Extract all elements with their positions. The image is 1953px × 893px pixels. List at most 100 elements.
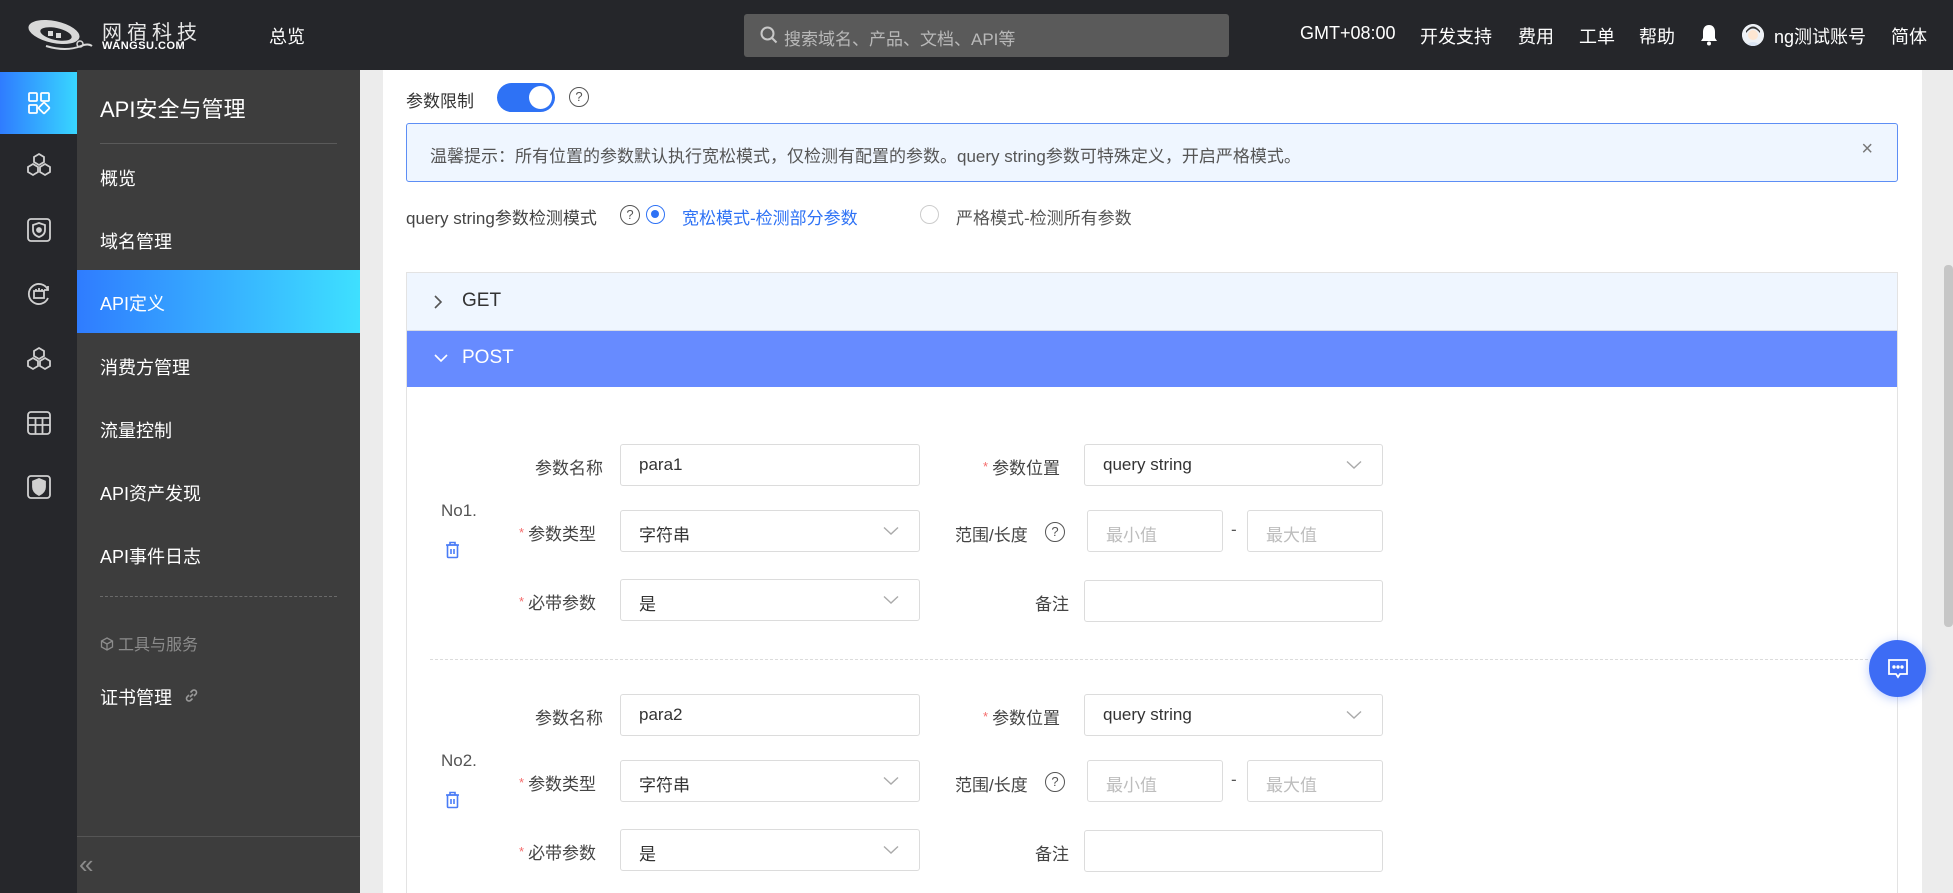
help-circle-icon[interactable]: ? [1045,522,1065,542]
rail-item-apps[interactable] [0,72,77,134]
grid-apps-icon [27,92,50,115]
param-name-input[interactable]: para1 [620,444,920,486]
input-value: para1 [639,455,683,474]
bell-icon[interactable] [1700,24,1718,46]
param-required-select[interactable]: 是 [620,579,920,621]
chevron-down-icon [1346,710,1362,719]
select-value: 是 [639,845,656,864]
label-param-name: 参数名称 [535,459,603,478]
sidebar-item-consumers[interactable]: 消费方管理 [77,334,360,397]
sidebar-item-certificates[interactable]: 证书管理 [77,664,360,727]
dev-support-link[interactable]: 开发支持 [1420,23,1492,49]
radio-loose-mode[interactable] [646,205,665,224]
range-separator: - [1231,770,1237,789]
chevron-down-icon [883,776,899,785]
range-min-input[interactable]: 最小值 [1087,510,1223,552]
rail-item-cubes-2[interactable] [0,328,77,390]
table-icon [26,411,51,435]
radio-strict-mode-label[interactable]: 严格模式-检测所有参数 [956,204,1132,229]
info-alert: 温馨提示：所有位置的参数默认执行宽松模式，仅检测有配置的参数。query str… [406,123,1898,182]
logo-mark-icon [28,19,93,50]
chevron-down-icon [883,845,899,854]
sidebar-item-api-discovery[interactable]: API资产发现 [77,460,360,523]
method-label-post: POST [462,347,514,368]
security-cycle-icon [27,283,49,305]
cubes-icon [26,152,51,177]
param-remark-input[interactable] [1084,830,1383,872]
select-value: 字符串 [639,526,690,545]
chevron-down-icon [883,595,899,604]
param-type-select[interactable]: 字符串 [620,510,920,552]
radio-loose-mode-label[interactable]: 宽松模式-检测部分参数 [682,204,858,229]
trash-icon[interactable] [445,541,460,559]
radio-strict-mode[interactable] [920,205,939,224]
collapse-sidebar-icon[interactable]: « [79,851,93,877]
sidebar-item-api-definition[interactable]: API定义 [77,270,360,333]
shield-icon [26,218,51,242]
nav-overview[interactable]: 总览 [269,23,305,49]
input-placeholder: 最小值 [1106,776,1157,795]
param-type-select[interactable]: 字符串 [620,760,920,802]
wangsu-logo[interactable]: 网宿科技 WANGSU.COM [26,16,226,56]
rail-item-cubes[interactable] [0,134,77,196]
left-gutter [360,70,383,893]
timezone-selector[interactable]: GMT+08:00 [1300,23,1396,44]
language-switch[interactable]: 简体 [1891,23,1927,49]
tickets-link[interactable]: 工单 [1579,23,1615,49]
sidebar-menu: API安全与管理 概览 域名管理 API定义 消费方管理 流量控制 API资产发… [77,70,360,893]
sidebar-item-api-event-log[interactable]: API事件日志 [77,523,360,586]
sidebar-item-label: API定义 [100,294,166,314]
input-placeholder: 最小值 [1106,526,1157,545]
sidebar-item-label: 消费方管理 [100,358,190,378]
close-icon[interactable]: × [1861,138,1873,161]
avatar-face-icon [1742,24,1764,46]
param-divider [430,659,1898,660]
rail-item-shield[interactable] [0,199,77,261]
range-max-input[interactable]: 最大值 [1247,760,1383,802]
param-required-select[interactable]: 是 [620,829,920,871]
chat-support-button[interactable] [1869,640,1926,697]
param-limit-toggle[interactable] [497,83,555,112]
chat-bubble-icon [1887,658,1908,679]
cubes-icon [26,346,51,371]
help-circle-icon[interactable]: ? [1045,772,1065,792]
label-range-length: 范围/长度 [955,526,1028,545]
label-param-position: * 参数位置 [983,459,1061,478]
select-value: query string [1103,705,1192,724]
sidebar-divider [100,143,337,144]
param-position-select[interactable]: query string [1084,444,1383,486]
sidebar-item-domains[interactable]: 域名管理 [77,208,360,271]
help-circle-icon[interactable]: ? [569,87,589,107]
billing-link[interactable]: 费用 [1518,23,1554,49]
input-placeholder: 最大值 [1266,526,1317,545]
sidebar-item-label: 概览 [100,169,136,189]
cube-icon [100,637,114,651]
rail-item-table[interactable] [0,392,77,454]
sidebar-item-label: API资产发现 [100,484,202,504]
sidebar-item-overview[interactable]: 概览 [77,145,360,208]
global-search-input[interactable]: 搜索域名、产品、文档、API等 [744,14,1229,57]
label-param-type: * 参数类型 [519,775,597,794]
page-scrollbar[interactable] [1944,265,1953,627]
sidebar-footer: « [77,836,360,893]
param-remark-input[interactable] [1084,580,1383,622]
rail-item-security-cycle[interactable] [0,263,77,325]
required-star: * [519,594,525,609]
param-name-input[interactable]: para2 [620,694,920,736]
select-value: 是 [639,595,656,614]
sidebar-item-traffic-control[interactable]: 流量控制 [77,397,360,460]
search-icon [760,26,778,44]
user-account-menu[interactable]: ng测试账号 [1774,23,1866,49]
help-circle-icon[interactable]: ? [620,205,640,225]
method-header-post[interactable]: POST [407,331,1897,387]
range-min-input[interactable]: 最小值 [1087,760,1223,802]
method-header-get[interactable]: GET [407,273,1897,331]
rail-item-shield-badge[interactable] [0,456,77,518]
param-position-select[interactable]: query string [1084,694,1383,736]
chevron-down-icon [434,354,448,363]
user-avatar[interactable] [1742,24,1764,46]
chevron-down-icon [883,526,899,535]
help-link[interactable]: 帮助 [1639,23,1675,49]
range-max-input[interactable]: 最大值 [1247,510,1383,552]
trash-icon[interactable] [445,791,460,809]
